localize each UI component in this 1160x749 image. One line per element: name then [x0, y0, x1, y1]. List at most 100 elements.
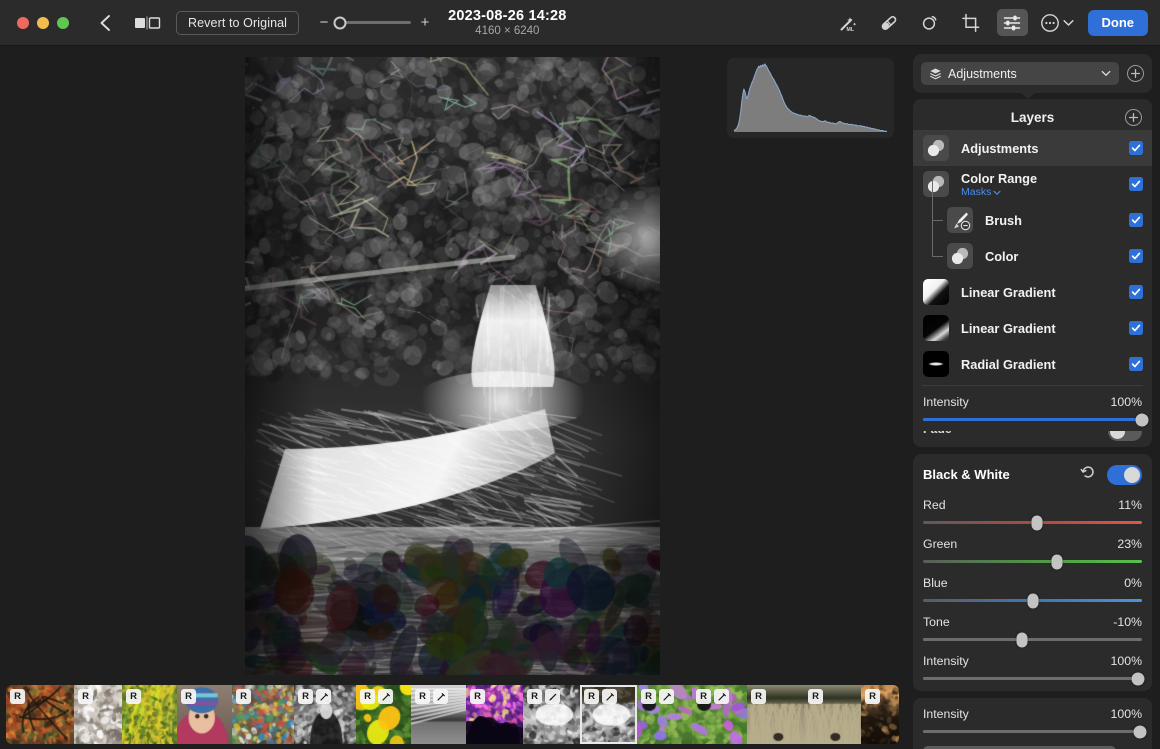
layer-thumbnail-icon [947, 207, 973, 233]
filmstrip-thumbnail[interactable]: R [861, 685, 899, 744]
bw-slider-track[interactable] [923, 672, 1145, 685]
adjustment-selector-dropdown[interactable]: Adjustments [921, 62, 1119, 85]
layer-visibility-checkbox[interactable] [1129, 177, 1143, 191]
filmstrip-thumbnail[interactable]: R [177, 685, 232, 744]
heal-icon[interactable] [874, 9, 905, 36]
layer-intensity-slider[interactable]: Intensity 100% [913, 395, 1152, 426]
layer-thumbnail-icon [923, 135, 949, 161]
bw-slider-red[interactable]: Red 11% [913, 498, 1152, 530]
layers-title: Layers [1010, 110, 1055, 125]
layer-thumbnail-icon [923, 171, 949, 197]
filmstrip-thumbnail[interactable]: R [232, 685, 294, 744]
raw-badge: R [126, 689, 141, 704]
layer-row[interactable]: Brush [913, 202, 1152, 238]
selector-notch [1020, 92, 1036, 99]
black-and-white-card: Black & White Red 11% Green 23% Blue 0% Tone -1… [913, 454, 1152, 691]
layer-visibility-checkbox[interactable] [1129, 213, 1143, 227]
zoom-control[interactable]: − + [319, 14, 430, 31]
filmstrip-thumbnail[interactable]: R [692, 685, 747, 744]
bw-slider-label: Intensity [923, 654, 969, 668]
layer-visibility-checkbox[interactable] [1129, 321, 1143, 335]
layer-row[interactable]: Color [913, 238, 1152, 274]
add-adjustment-button[interactable] [1127, 65, 1144, 82]
thumbnail-badges: R [641, 689, 674, 704]
layer-row[interactable]: Color Range Masks [913, 166, 1152, 202]
layer-visibility-checkbox[interactable] [1129, 357, 1143, 371]
bw-slider-track[interactable] [923, 632, 1142, 647]
filmstrip-thumbnail[interactable]: R [294, 685, 356, 744]
footer-intensity-handle[interactable] [1133, 725, 1147, 738]
done-label: Done [1101, 15, 1135, 30]
edited-badge [316, 689, 331, 704]
divider [922, 385, 1143, 386]
filmstrip-thumbnail[interactable]: R [637, 685, 692, 744]
black-and-white-sliders: Red 11% Green 23% Blue 0% Tone -10% Intensity 100… [913, 498, 1152, 685]
filmstrip-thumbnail[interactable]: R [804, 685, 861, 744]
footer-intensity-track[interactable] [923, 725, 1147, 738]
revert-to-original-button[interactable]: Revert to Original [176, 10, 300, 35]
filmstrip-thumbnail[interactable]: R [523, 685, 580, 744]
filmstrip-thumbnail[interactable]: R [411, 685, 466, 744]
filmstrip-thumbnail[interactable]: R [122, 685, 177, 744]
footer-intensity-slider[interactable]: Intensity 100% [913, 707, 1152, 738]
filmstrip-thumbnail[interactable]: R [466, 685, 523, 744]
zoom-slider-track[interactable] [333, 16, 412, 29]
filmstrip-thumbnail[interactable]: R [356, 685, 411, 744]
bw-slider-track[interactable] [923, 554, 1142, 569]
layer-masks-link[interactable]: Masks [961, 186, 1037, 198]
layer-intensity-track[interactable] [923, 413, 1149, 426]
add-layer-button[interactable] [1125, 109, 1142, 126]
layer-row[interactable]: Linear Gradient [913, 310, 1152, 346]
layer-row[interactable]: Radial Gradient [913, 346, 1152, 382]
bw-slider-blue[interactable]: Blue 0% [913, 576, 1152, 608]
tree-connector [932, 220, 943, 221]
bw-slider-value: -10% [1113, 615, 1142, 629]
more-options-button[interactable] [1040, 13, 1074, 33]
filmstrip-thumbnail[interactable]: R [6, 685, 74, 744]
layer-visibility-checkbox[interactable] [1129, 141, 1143, 155]
bw-slider-green[interactable]: Green 23% [913, 537, 1152, 569]
main-photo[interactable] [245, 57, 660, 675]
layer-visibility-checkbox[interactable] [1129, 285, 1143, 299]
filmstrip-thumbnail[interactable]: R [580, 685, 637, 744]
zoom-out-icon[interactable]: − [319, 14, 329, 31]
compare-view-icon[interactable] [132, 12, 162, 34]
layer-name: Color [985, 248, 1019, 264]
layer-visibility-checkbox[interactable] [1129, 249, 1143, 263]
bw-slider-track[interactable] [923, 593, 1142, 608]
document-title-block: 2023-08-26 14:28 4160 × 6240 [448, 8, 567, 37]
raw-badge: R [360, 689, 375, 704]
retouch-icon[interactable] [915, 9, 946, 36]
minimize-button[interactable] [37, 16, 49, 29]
reset-section-icon[interactable] [1080, 464, 1096, 485]
partial-clipped-row[interactable]: Fade [913, 431, 1152, 447]
crop-icon[interactable] [956, 9, 987, 36]
bw-slider-handle[interactable] [1027, 593, 1038, 608]
bw-slider-handle[interactable] [1131, 672, 1145, 685]
black-and-white-toggle[interactable] [1107, 464, 1142, 485]
bw-slider-handle[interactable] [1016, 632, 1028, 647]
bw-slider-track[interactable] [923, 515, 1142, 530]
thumbnail-badges: R [10, 689, 25, 704]
zoom-slider-handle[interactable] [333, 16, 347, 29]
partial-row-toggle[interactable] [1108, 431, 1142, 441]
bw-slider-handle[interactable] [1031, 515, 1043, 530]
zoom-button[interactable] [57, 16, 69, 29]
back-icon[interactable] [94, 12, 116, 34]
close-button[interactable] [17, 16, 29, 29]
filmstrip-thumbnail[interactable]: R [747, 685, 804, 744]
done-button[interactable]: Done [1087, 9, 1148, 36]
filmstrip-thumbnail[interactable]: R [74, 685, 122, 744]
layer-name: Brush [985, 212, 1022, 228]
zoom-in-icon[interactable]: + [420, 14, 430, 31]
filmstrip-track[interactable]: RRRRRRRRRRRRRRRRR [6, 685, 899, 744]
bw-slider-intensity[interactable]: Intensity 100% [913, 654, 1152, 685]
bw-slider-tone[interactable]: Tone -10% [913, 615, 1152, 647]
magic-wand-ml-icon[interactable]: ML [833, 9, 864, 36]
layer-intensity-handle[interactable] [1135, 413, 1149, 426]
footer-intensity-value: 100% [1110, 707, 1142, 721]
adjustments-icon[interactable] [996, 9, 1028, 36]
layer-row[interactable]: Linear Gradient [913, 274, 1152, 310]
layer-row[interactable]: Adjustments [913, 130, 1152, 166]
bw-slider-handle[interactable] [1051, 554, 1063, 569]
